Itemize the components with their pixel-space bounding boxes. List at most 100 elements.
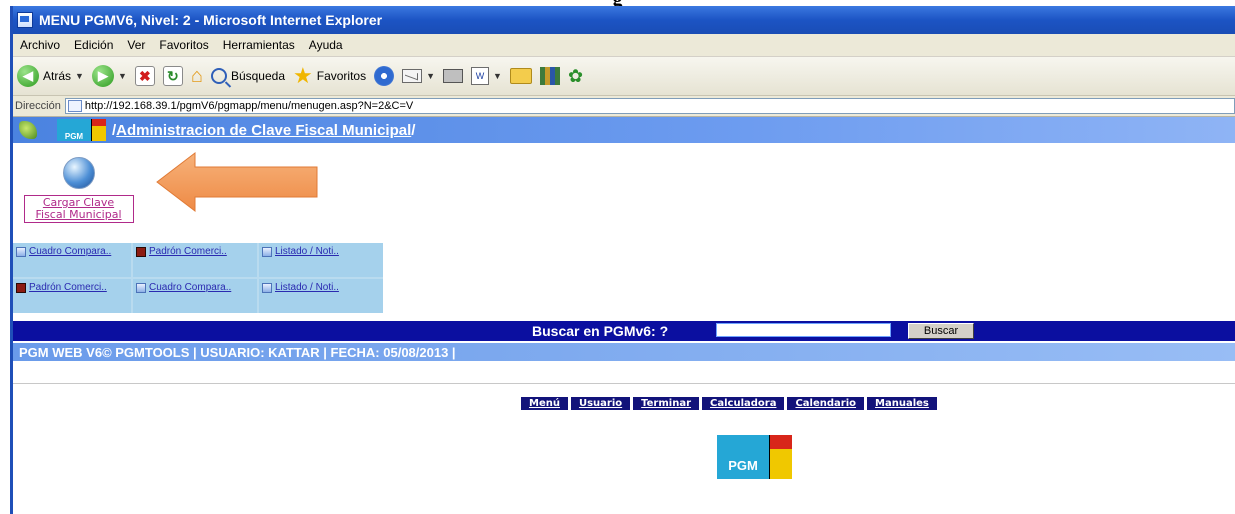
address-url: http://192.168.39.1/pgmV6/pgmapp/menu/me… — [84, 100, 414, 112]
mail-button[interactable]: ▼ — [402, 69, 435, 83]
forward-arrow-icon: ▶ — [91, 65, 114, 87]
shortcut-cuadro-compara-2[interactable]: Cuadro Compara.. — [133, 279, 257, 313]
sheet-icon — [136, 283, 146, 293]
cargar-clave-link[interactable]: Cargar Clave Fiscal Municipal — [23, 195, 134, 223]
messenger-button[interactable]: ✿ — [568, 66, 583, 87]
shortcut-padron-comerci[interactable]: Padrón Comerci.. — [133, 243, 257, 277]
back-button[interactable]: ◀ Atrás ▼ — [17, 65, 84, 87]
back-arrow-icon: ◀ — [17, 65, 39, 87]
pgm-logo[interactable]: PGM — [57, 119, 106, 141]
status-footer: PGM WEB V6© PGMTOOLS | USUARIO: KATTAR |… — [13, 343, 1235, 361]
folder-button[interactable] — [509, 68, 532, 84]
chevron-down-icon[interactable]: ▼ — [426, 71, 435, 81]
ie-window-icon — [17, 12, 33, 28]
shortcut-label[interactable]: Listado / Noti.. — [275, 281, 339, 295]
shortcut-label[interactable]: Padrón Comerci.. — [149, 245, 227, 259]
search-submit-button[interactable]: Buscar — [908, 323, 974, 339]
word-icon: W — [471, 67, 490, 85]
research-button[interactable] — [539, 67, 560, 85]
menu-edicion[interactable]: Edición — [67, 38, 120, 52]
bottom-nav: Menú Usuario Terminar Calculadora Calend… — [521, 397, 937, 410]
print-button[interactable] — [443, 69, 464, 83]
books-icon — [539, 67, 560, 85]
shortcut-grid: Cuadro Compara.. Padrón Comerci.. Listad… — [13, 243, 383, 313]
chevron-down-icon[interactable]: ▼ — [118, 71, 127, 81]
star-icon: ★ — [293, 63, 313, 88]
window-titlebar: MENU PGMV6, Nivel: 2 - Microsoft Interne… — [13, 6, 1235, 34]
breadcrumb-separator: / — [411, 121, 416, 139]
media-icon — [374, 66, 395, 86]
browser-toolbar: ◀ Atrás ▼ ▶ ▼ ✖ ↻ ⌂ Búsqueda ★ Favoritos — [13, 57, 1235, 96]
stop-icon: ✖ — [134, 66, 155, 86]
shortcut-label[interactable]: Cuadro Compara.. — [29, 245, 111, 259]
back-label: Atrás — [43, 69, 72, 83]
menu-ver[interactable]: Ver — [120, 38, 152, 52]
search-label: Buscar en PGMv6: ? — [532, 323, 669, 339]
sheet-icon — [262, 283, 272, 293]
brick-icon — [16, 283, 26, 293]
nav-manuales-link[interactable]: Manuales — [867, 397, 937, 410]
tools-logo-icon — [769, 435, 792, 479]
mail-icon — [402, 69, 423, 83]
browser-window: MENU PGMV6, Nivel: 2 - Microsoft Interne… — [10, 6, 1235, 514]
printer-icon — [443, 69, 464, 83]
brick-icon — [136, 247, 146, 257]
shortcut-listado-noti[interactable]: Listado / Noti.. — [259, 243, 383, 277]
address-bar: Dirección http://192.168.39.1/pgmV6/pgma… — [13, 96, 1235, 117]
sheet-icon — [16, 247, 26, 257]
site-search-bar: Buscar en PGMv6: ? Buscar — [13, 321, 1235, 341]
nav-usuario-link[interactable]: Usuario — [570, 397, 631, 410]
menu-herramientas[interactable]: Herramientas — [216, 38, 302, 52]
shortcut-cuadro-compara[interactable]: Cuadro Compara.. — [13, 243, 131, 277]
cargar-clave-line2: Fiscal Municipal — [35, 208, 122, 221]
folder-icon — [509, 68, 532, 84]
chevron-down-icon[interactable]: ▼ — [493, 71, 502, 81]
address-label: Dirección — [15, 100, 61, 112]
shortcut-padron-comerci-2[interactable]: Padrón Comerci.. — [13, 279, 131, 313]
page-icon — [67, 100, 82, 112]
nav-calendario-link[interactable]: Calendario — [787, 397, 865, 410]
search-label: Búsqueda — [230, 69, 285, 83]
shortcut-listado-noti-2[interactable]: Listado / Noti.. — [259, 279, 383, 313]
tools-logo-icon — [91, 119, 106, 141]
menu-favoritos[interactable]: Favoritos — [152, 38, 215, 52]
nav-calculadora-link[interactable]: Calculadora — [702, 397, 785, 410]
nav-terminar-link[interactable]: Terminar — [633, 397, 700, 410]
menu-archivo[interactable]: Archivo — [13, 38, 67, 52]
shortcut-label[interactable]: Padrón Comerci.. — [29, 281, 107, 295]
window-title: MENU PGMV6, Nivel: 2 - Microsoft Interne… — [39, 12, 383, 28]
refresh-icon: ↻ — [162, 66, 183, 86]
home-button[interactable]: ⌂ — [191, 65, 203, 88]
menu-ayuda[interactable]: Ayuda — [302, 38, 350, 52]
messenger-icon: ✿ — [567, 65, 584, 86]
app-header: PGM / Administracion de Clave Fiscal Mun… — [13, 117, 1235, 143]
chevron-down-icon[interactable]: ▼ — [75, 71, 84, 81]
favorites-label: Favoritos — [316, 69, 367, 83]
address-input[interactable]: http://192.168.39.1/pgmV6/pgmapp/menu/me… — [64, 98, 1235, 114]
favorites-button[interactable]: ★ Favoritos — [293, 65, 366, 87]
breadcrumb: / Administracion de Clave Fiscal Municip… — [112, 122, 415, 139]
pgm-tools-logo: PGM — [717, 435, 792, 479]
search-input[interactable] — [716, 323, 891, 337]
search-icon — [210, 68, 227, 84]
refresh-button[interactable]: ↻ — [162, 66, 183, 86]
edit-button[interactable]: W ▼ — [471, 67, 502, 85]
divider — [13, 383, 1235, 384]
globe-icon — [62, 157, 95, 189]
nav-menu-link[interactable]: Menú — [521, 397, 568, 410]
media-button[interactable] — [374, 66, 395, 86]
search-button[interactable]: Búsqueda — [210, 68, 285, 84]
pointer-arrow-icon — [156, 151, 318, 213]
cargar-clave-item[interactable]: Cargar Clave Fiscal Municipal — [21, 157, 136, 231]
forward-button[interactable]: ▶ ▼ — [91, 65, 127, 87]
leaf-icon[interactable] — [19, 121, 37, 139]
sheet-icon — [262, 247, 272, 257]
page-content: PGM / Administracion de Clave Fiscal Mun… — [13, 117, 1235, 514]
shortcut-label[interactable]: Listado / Noti.. — [275, 245, 339, 259]
pgm-logo-text: PGM — [57, 119, 91, 141]
pgm-logo-text: PGM — [717, 435, 769, 479]
breadcrumb-current[interactable]: Administracion de Clave Fiscal Municipal — [116, 122, 411, 139]
stop-button[interactable]: ✖ — [134, 66, 155, 86]
shortcut-label[interactable]: Cuadro Compara.. — [149, 281, 231, 295]
menu-bar: Archivo Edición Ver Favoritos Herramient… — [13, 34, 1235, 57]
